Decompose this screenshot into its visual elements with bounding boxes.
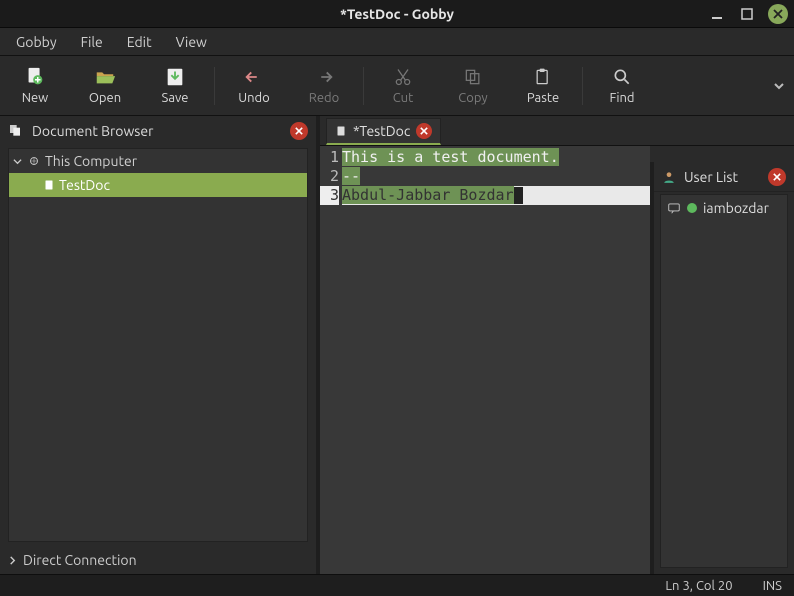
user-list: iambozdar [660, 194, 788, 568]
cut-icon [392, 66, 414, 88]
line-number: 1 [320, 148, 339, 167]
text-cursor [514, 187, 523, 204]
editor-line[interactable]: -- [342, 167, 650, 186]
close-user-list-button[interactable] [768, 168, 786, 186]
document-icon [43, 178, 55, 192]
line-text: -- [342, 167, 360, 185]
status-bar: Ln 3, Col 20 INS [0, 574, 794, 596]
user-list-header: User List [654, 162, 794, 192]
find-label: Find [609, 91, 634, 105]
main-area: Document Browser This Computer TestDoc [0, 116, 794, 574]
copy-button[interactable]: Copy [438, 66, 508, 105]
editor-line[interactable]: This is a test document. [342, 148, 650, 167]
chat-icon [667, 201, 681, 215]
cursor-position: Ln 3, Col 20 [665, 579, 732, 593]
toolbar-separator [582, 67, 583, 105]
insert-mode: INS [763, 579, 782, 593]
tree-item-testdoc[interactable]: TestDoc [9, 173, 307, 197]
redo-label: Redo [309, 91, 339, 105]
tab-label: *TestDoc [353, 123, 410, 139]
chevron-right-icon [8, 556, 17, 565]
window-title: *TestDoc - Gobby [0, 6, 794, 22]
line-number: 2 [320, 167, 339, 186]
document-browser-header: Document Browser [0, 116, 316, 146]
status-dot-icon [687, 203, 697, 213]
save-label: Save [162, 91, 189, 105]
tree-item-label: TestDoc [59, 177, 110, 193]
direct-connection-button[interactable]: Direct Connection [0, 546, 316, 574]
cut-label: Cut [393, 91, 413, 105]
editor-line-current[interactable]: Abdul-Jabbar Bozdar [342, 186, 650, 205]
tree-root-label: This Computer [45, 153, 137, 169]
toolbar: New Open Save Undo Redo Cut Copy [0, 56, 794, 116]
undo-icon [243, 66, 265, 88]
maximize-button[interactable] [738, 5, 756, 23]
text-content[interactable]: This is a test document. -- Abdul-Jabbar… [342, 146, 650, 574]
document-browser-panel: Document Browser This Computer TestDoc [0, 116, 320, 574]
window-controls [708, 4, 788, 24]
save-icon [164, 66, 186, 88]
documents-icon [8, 123, 24, 139]
editor-area: *TestDoc 1 2 3 This is a test document. … [320, 116, 794, 574]
menu-edit[interactable]: Edit [117, 31, 162, 53]
menu-file[interactable]: File [71, 31, 113, 53]
find-icon [611, 66, 633, 88]
close-window-button[interactable] [768, 4, 788, 24]
user-list-title: User List [684, 169, 760, 185]
paste-button[interactable]: Paste [508, 66, 578, 105]
folder-open-icon [94, 66, 116, 88]
menu-view[interactable]: View [166, 31, 217, 53]
line-gutter: 1 2 3 [320, 146, 342, 574]
copy-icon [462, 66, 484, 88]
user-icon [662, 170, 676, 184]
line-number: 3 [320, 186, 339, 205]
tab-bar: *TestDoc [320, 116, 794, 146]
new-label: New [22, 91, 49, 105]
copy-label: Copy [458, 91, 487, 105]
minimize-button[interactable] [708, 5, 726, 23]
new-icon [24, 66, 46, 88]
document-tree[interactable]: This Computer TestDoc [8, 148, 308, 542]
close-tab-button[interactable] [416, 123, 432, 139]
open-button[interactable]: Open [70, 66, 140, 105]
cut-button[interactable]: Cut [368, 66, 438, 105]
toolbar-separator [214, 67, 215, 105]
find-button[interactable]: Find [587, 66, 657, 105]
user-row[interactable]: iambozdar [661, 195, 787, 221]
paste-label: Paste [527, 91, 559, 105]
new-button[interactable]: New [0, 66, 70, 105]
menubar: Gobby File Edit View [0, 28, 794, 56]
save-button[interactable]: Save [140, 66, 210, 105]
computer-icon [27, 154, 41, 168]
menu-gobby[interactable]: Gobby [6, 31, 67, 53]
line-text: This is a test document. [342, 148, 559, 166]
direct-connection-label: Direct Connection [23, 552, 137, 568]
toolbar-overflow-button[interactable] [764, 79, 794, 93]
code-editor[interactable]: 1 2 3 This is a test document. -- Abdul-… [320, 146, 650, 574]
user-list-panel: User List iambozdar [650, 162, 794, 574]
close-document-browser-button[interactable] [290, 122, 308, 140]
paste-icon [532, 66, 554, 88]
redo-button[interactable]: Redo [289, 66, 359, 105]
expand-icon[interactable] [13, 157, 23, 166]
user-name: iambozdar [703, 200, 769, 216]
document-browser-title: Document Browser [32, 123, 282, 139]
undo-label: Undo [238, 91, 270, 105]
editor-body: 1 2 3 This is a test document. -- Abdul-… [320, 146, 794, 574]
open-label: Open [89, 91, 121, 105]
undo-button[interactable]: Undo [219, 66, 289, 105]
line-text: Abdul-Jabbar Bozdar [342, 186, 514, 204]
redo-icon [313, 66, 335, 88]
toolbar-separator [363, 67, 364, 105]
document-icon [335, 124, 347, 138]
titlebar: *TestDoc - Gobby [0, 0, 794, 28]
tree-root[interactable]: This Computer [9, 149, 307, 173]
tab-testdoc[interactable]: *TestDoc [326, 118, 441, 145]
